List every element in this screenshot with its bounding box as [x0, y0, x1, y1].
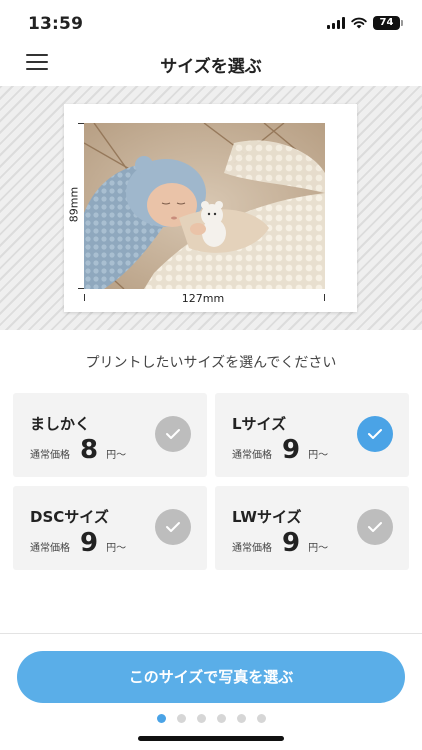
- width-dimension: 127mm: [78, 290, 328, 310]
- status-time: 13:59: [28, 14, 84, 34]
- price-row: 通常価格 8 円〜: [30, 437, 126, 463]
- status-bar: 13:59 74: [0, 0, 422, 44]
- size-option-mashikaku[interactable]: ましかく 通常価格 8 円〜: [13, 393, 207, 477]
- check-icon: [357, 416, 393, 452]
- size-name: LWサイズ: [232, 508, 302, 526]
- page-title: サイズを選ぶ: [160, 57, 262, 77]
- wifi-icon: [351, 17, 367, 29]
- check-icon: [357, 509, 393, 545]
- page-dot[interactable]: [196, 714, 206, 723]
- status-icons: 74: [327, 16, 403, 30]
- battery-icon: 74: [373, 16, 403, 30]
- price-prefix: 通常価格: [30, 543, 70, 554]
- price-suffix: 円〜: [106, 543, 127, 554]
- size-name: ましかく: [30, 415, 91, 433]
- page-dot[interactable]: [256, 714, 266, 723]
- check-icon: [155, 509, 191, 545]
- instruction-text: プリントしたいサイズを選んでください: [85, 355, 337, 371]
- width-dimension-label: 127mm: [181, 292, 225, 305]
- bottom-divider: [0, 633, 422, 634]
- size-option-l[interactable]: Lサイズ 通常価格 9 円〜: [215, 393, 409, 477]
- nav-bar: サイズを選ぶ: [0, 44, 422, 86]
- price-row: 通常価格 9 円〜: [30, 530, 126, 556]
- price-value: 9: [282, 528, 301, 558]
- home-indicator[interactable]: [138, 736, 284, 741]
- price-prefix: 通常価格: [30, 450, 70, 461]
- page-indicator: [0, 714, 422, 723]
- price-row: 通常価格 9 円〜: [232, 437, 328, 463]
- sample-photo: [84, 123, 325, 289]
- price-row: 通常価格 9 円〜: [232, 530, 328, 556]
- size-option-dsc[interactable]: DSCサイズ 通常価格 9 円〜: [13, 486, 207, 570]
- size-name: DSCサイズ: [30, 508, 109, 526]
- print-sample-card: 89mm 127mm: [64, 104, 357, 312]
- price-value: 9: [80, 528, 99, 558]
- page-dot[interactable]: [236, 714, 246, 723]
- price-prefix: 通常価格: [232, 450, 272, 461]
- cellular-signal-icon: [327, 17, 345, 29]
- price-suffix: 円〜: [106, 450, 127, 461]
- page-dot[interactable]: [176, 714, 186, 723]
- size-option-lw[interactable]: LWサイズ 通常価格 9 円〜: [215, 486, 409, 570]
- price-suffix: 円〜: [308, 543, 329, 554]
- price-prefix: 通常価格: [232, 543, 272, 554]
- print-preview: 89mm 127mm: [0, 86, 422, 330]
- price-value: 9: [282, 435, 301, 465]
- check-icon: [155, 416, 191, 452]
- price-suffix: 円〜: [308, 450, 329, 461]
- price-value: 8: [80, 435, 99, 465]
- select-photos-button[interactable]: このサイズで写真を選ぶ: [17, 651, 405, 703]
- size-name: Lサイズ: [232, 415, 287, 433]
- page-dot[interactable]: [216, 714, 226, 723]
- height-dimension: 89mm: [67, 123, 84, 289]
- height-dimension-label: 89mm: [67, 186, 81, 223]
- page-dot[interactable]: [156, 714, 166, 723]
